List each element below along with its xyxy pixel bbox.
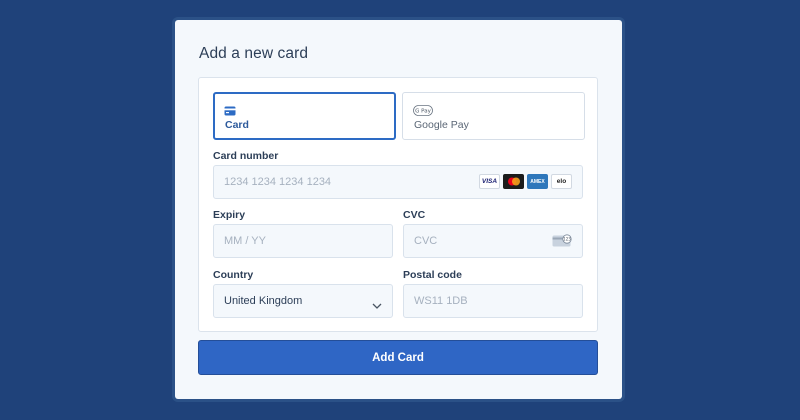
cvc-placeholder: CVC [414,235,438,247]
cvc-label: CVC [403,209,426,221]
tab-google-pay[interactable]: G Pay Google Pay [402,92,585,140]
country-value: United Kingdom [224,295,303,307]
cvc-input[interactable]: CVC 123 [403,224,583,258]
payment-form: Card G Pay Google Pay Card number 1234 1… [198,77,598,332]
tab-google-pay-label: Google Pay [414,119,469,131]
country-label: Country [213,269,254,281]
svg-text:G Pay: G Pay [415,109,431,115]
mastercard-icon [503,174,524,189]
postal-code-label: Postal code [403,269,462,281]
country-select[interactable]: United Kingdom [213,284,393,318]
chevron-down-icon [372,297,382,315]
elo-icon: elo [551,174,572,189]
tab-card-label: Card [225,119,249,131]
expiry-placeholder: MM / YY [224,235,266,247]
card-number-label: Card number [213,150,279,162]
visa-icon: VISA [479,174,500,189]
card-number-placeholder: 1234 1234 1234 1234 [224,176,332,188]
add-card-dialog: Add a new card Card G Pay Google Pay Car… [175,20,622,399]
tab-card[interactable]: Card [213,92,396,140]
cvc-card-icon: 123 [552,234,572,253]
expiry-label: Expiry [213,209,246,221]
amex-icon: AMEX [527,174,548,189]
cvc-icon-text: 123 [563,237,571,242]
card-number-input[interactable]: 1234 1234 1234 1234 VISA AMEX elo [213,165,583,199]
card-brand-logos: VISA AMEX elo [479,174,572,189]
postal-code-input[interactable]: WS11 1DB [403,284,583,318]
add-card-button[interactable]: Add Card [198,340,598,375]
dialog-title: Add a new card [199,45,309,62]
postal-code-placeholder: WS11 1DB [414,295,468,307]
expiry-input[interactable]: MM / YY [213,224,393,258]
